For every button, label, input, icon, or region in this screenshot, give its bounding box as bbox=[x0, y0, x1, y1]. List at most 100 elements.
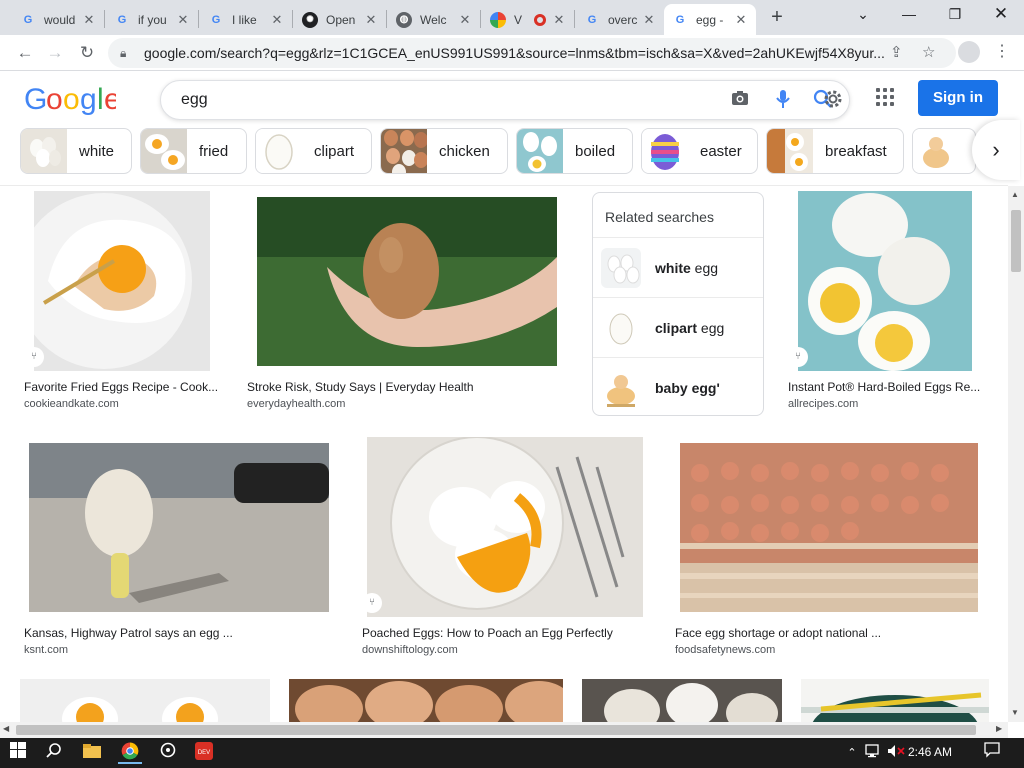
result-thumbnail[interactable] bbox=[582, 679, 782, 722]
image-result-card[interactable] bbox=[801, 679, 989, 722]
close-icon[interactable]: ✕ bbox=[458, 12, 472, 28]
search-box[interactable]: egg bbox=[160, 80, 850, 120]
more-menu-icon[interactable]: ⋮ bbox=[994, 41, 1010, 61]
browser-tab[interactable]: V ✕ bbox=[482, 4, 574, 35]
chip-breakfast[interactable]: breakfast bbox=[766, 128, 904, 174]
chip-partial[interactable] bbox=[912, 128, 976, 174]
microphone-icon[interactable] bbox=[775, 89, 791, 114]
result-thumbnail[interactable] bbox=[29, 443, 329, 612]
close-icon[interactable]: ✕ bbox=[642, 12, 656, 28]
network-icon[interactable] bbox=[862, 742, 886, 764]
volume-muted-icon[interactable] bbox=[884, 742, 908, 764]
search-query-text[interactable]: egg bbox=[181, 91, 208, 109]
scroll-left-arrow-icon[interactable]: ◀ bbox=[3, 724, 9, 733]
back-arrow-icon[interactable]: ← bbox=[12, 40, 38, 66]
image-result-card[interactable]: ⑂ Instant Pot® Hard-Boiled Eggs Re... al… bbox=[788, 191, 988, 411]
close-icon[interactable]: ✕ bbox=[270, 12, 284, 28]
browser-tab[interactable]: ✺ Open ✕ bbox=[294, 4, 386, 35]
image-result-card[interactable] bbox=[289, 679, 563, 722]
notifications-icon[interactable] bbox=[980, 742, 1004, 764]
new-tab-button[interactable]: + bbox=[765, 6, 789, 30]
address-bar[interactable]: 🔒︎ google.com/search?q=egg&rlz=1C1GCEA_e… bbox=[108, 38, 956, 68]
result-thumbnail[interactable] bbox=[367, 437, 643, 617]
image-result-card[interactable]: Kansas, Highway Patrol says an egg ... k… bbox=[24, 437, 336, 659]
profile-avatar[interactable] bbox=[958, 41, 980, 63]
search-icon[interactable] bbox=[42, 742, 66, 764]
result-thumbnail[interactable] bbox=[34, 191, 210, 371]
chip-boiled[interactable]: boiled bbox=[516, 128, 633, 174]
minimize-button[interactable]: — bbox=[886, 0, 932, 30]
restore-button[interactable]: ❐ bbox=[932, 0, 978, 30]
result-title[interactable]: Face egg shortage or adopt national ... bbox=[675, 626, 987, 640]
result-source[interactable]: ksnt.com bbox=[24, 644, 68, 656]
reload-icon[interactable]: ↻ bbox=[74, 40, 100, 66]
vertical-scroll-thumb[interactable] bbox=[1011, 210, 1021, 272]
image-result-card[interactable]: ⑂ Poached Eggs: How to Poach an Egg Perf… bbox=[362, 437, 652, 659]
browser-tab[interactable]: ◍ Welc ✕ bbox=[388, 4, 480, 35]
result-source[interactable]: cookieandkate.com bbox=[24, 398, 119, 410]
show-hidden-icons-chevron-icon[interactable]: ⌃ bbox=[840, 742, 864, 764]
result-title[interactable]: Stroke Risk, Study Says | Everyday Healt… bbox=[247, 380, 567, 394]
browser-tab[interactable]: G would ✕ bbox=[12, 4, 104, 35]
share-icon[interactable]: ⇪ bbox=[890, 43, 903, 61]
result-source[interactable]: foodsafetynews.com bbox=[675, 644, 775, 656]
result-title[interactable]: Favorite Fried Eggs Recipe - Cook... bbox=[24, 380, 220, 394]
chip-easter[interactable]: easter bbox=[641, 128, 758, 174]
horizontal-scroll-thumb[interactable] bbox=[16, 725, 976, 735]
settings-gear-icon[interactable] bbox=[822, 88, 844, 115]
related-search-item[interactable]: white egg bbox=[593, 237, 763, 297]
scroll-right-arrow-icon[interactable]: ▶ bbox=[996, 724, 1002, 733]
chips-next-arrow-button[interactable]: › bbox=[972, 120, 1020, 180]
forward-arrow-icon[interactable]: → bbox=[42, 40, 68, 66]
taskbar-clock[interactable]: 2:46 AM bbox=[908, 745, 952, 759]
sign-in-button[interactable]: Sign in bbox=[918, 80, 998, 116]
google-apps-icon[interactable] bbox=[876, 88, 894, 106]
openai-icon[interactable] bbox=[156, 742, 180, 764]
result-thumbnail[interactable] bbox=[289, 679, 563, 722]
result-thumbnail[interactable] bbox=[801, 679, 989, 722]
related-search-item[interactable]: baby egg' bbox=[593, 357, 763, 417]
chip-clipart[interactable]: clipart bbox=[255, 128, 372, 174]
scroll-up-arrow-icon[interactable]: ▲ bbox=[1011, 190, 1019, 199]
scroll-down-arrow-icon[interactable]: ▼ bbox=[1011, 708, 1019, 717]
chip-fried[interactable]: fried bbox=[140, 128, 247, 174]
browser-tab-active[interactable]: G egg - ✕ bbox=[664, 4, 756, 35]
chrome-icon[interactable] bbox=[118, 742, 142, 764]
result-source[interactable]: allrecipes.com bbox=[788, 398, 858, 410]
camera-lens-icon[interactable] bbox=[731, 89, 749, 112]
windows-start-icon[interactable] bbox=[6, 742, 30, 764]
tab-search-chevron-icon[interactable]: ⌄ bbox=[840, 0, 886, 30]
google-logo[interactable]: G o o g l e bbox=[24, 82, 121, 124]
close-icon[interactable]: ✕ bbox=[82, 12, 96, 28]
image-result-card[interactable] bbox=[20, 679, 270, 722]
dev-app-icon[interactable]: DEV bbox=[192, 742, 216, 764]
result-thumbnail[interactable] bbox=[20, 679, 270, 722]
file-explorer-icon[interactable] bbox=[80, 742, 104, 764]
close-icon[interactable]: ✕ bbox=[552, 12, 566, 28]
result-title[interactable]: Poached Eggs: How to Poach an Egg Perfec… bbox=[362, 626, 650, 640]
google-icon: G bbox=[117, 13, 127, 26]
result-thumbnail[interactable] bbox=[680, 443, 978, 612]
image-result-card[interactable]: ⑂ Favorite Fried Eggs Recipe - Cook... c… bbox=[24, 191, 220, 411]
result-thumbnail[interactable] bbox=[798, 191, 972, 371]
close-icon[interactable]: ✕ bbox=[364, 12, 378, 28]
url-text[interactable]: google.com/search?q=egg&rlz=1C1GCEA_enUS… bbox=[144, 45, 884, 61]
result-source[interactable]: everydayhealth.com bbox=[247, 398, 345, 410]
close-icon[interactable]: ✕ bbox=[734, 12, 748, 28]
result-source[interactable]: downshiftology.com bbox=[362, 644, 458, 656]
result-thumbnail[interactable] bbox=[257, 197, 557, 366]
browser-tab[interactable]: G I like ✕ bbox=[200, 4, 292, 35]
image-result-card[interactable] bbox=[582, 679, 782, 722]
browser-tab[interactable]: G if you ✕ bbox=[106, 4, 198, 35]
result-title[interactable]: Kansas, Highway Patrol says an egg ... bbox=[24, 626, 334, 640]
browser-tab[interactable]: G overc ✕ bbox=[576, 4, 664, 35]
image-result-card[interactable]: Face egg shortage or adopt national ... … bbox=[675, 437, 989, 659]
chip-chicken[interactable]: chicken bbox=[380, 128, 508, 174]
result-title[interactable]: Instant Pot® Hard-Boiled Eggs Re... bbox=[788, 380, 986, 394]
related-search-item[interactable]: clipart egg bbox=[593, 297, 763, 357]
close-icon[interactable]: ✕ bbox=[176, 12, 190, 28]
chip-white[interactable]: white bbox=[20, 128, 132, 174]
bookmark-star-icon[interactable]: ☆ bbox=[922, 43, 935, 61]
image-result-card[interactable]: Stroke Risk, Study Says | Everyday Healt… bbox=[247, 191, 571, 411]
close-window-button[interactable]: ✕ bbox=[978, 0, 1024, 30]
